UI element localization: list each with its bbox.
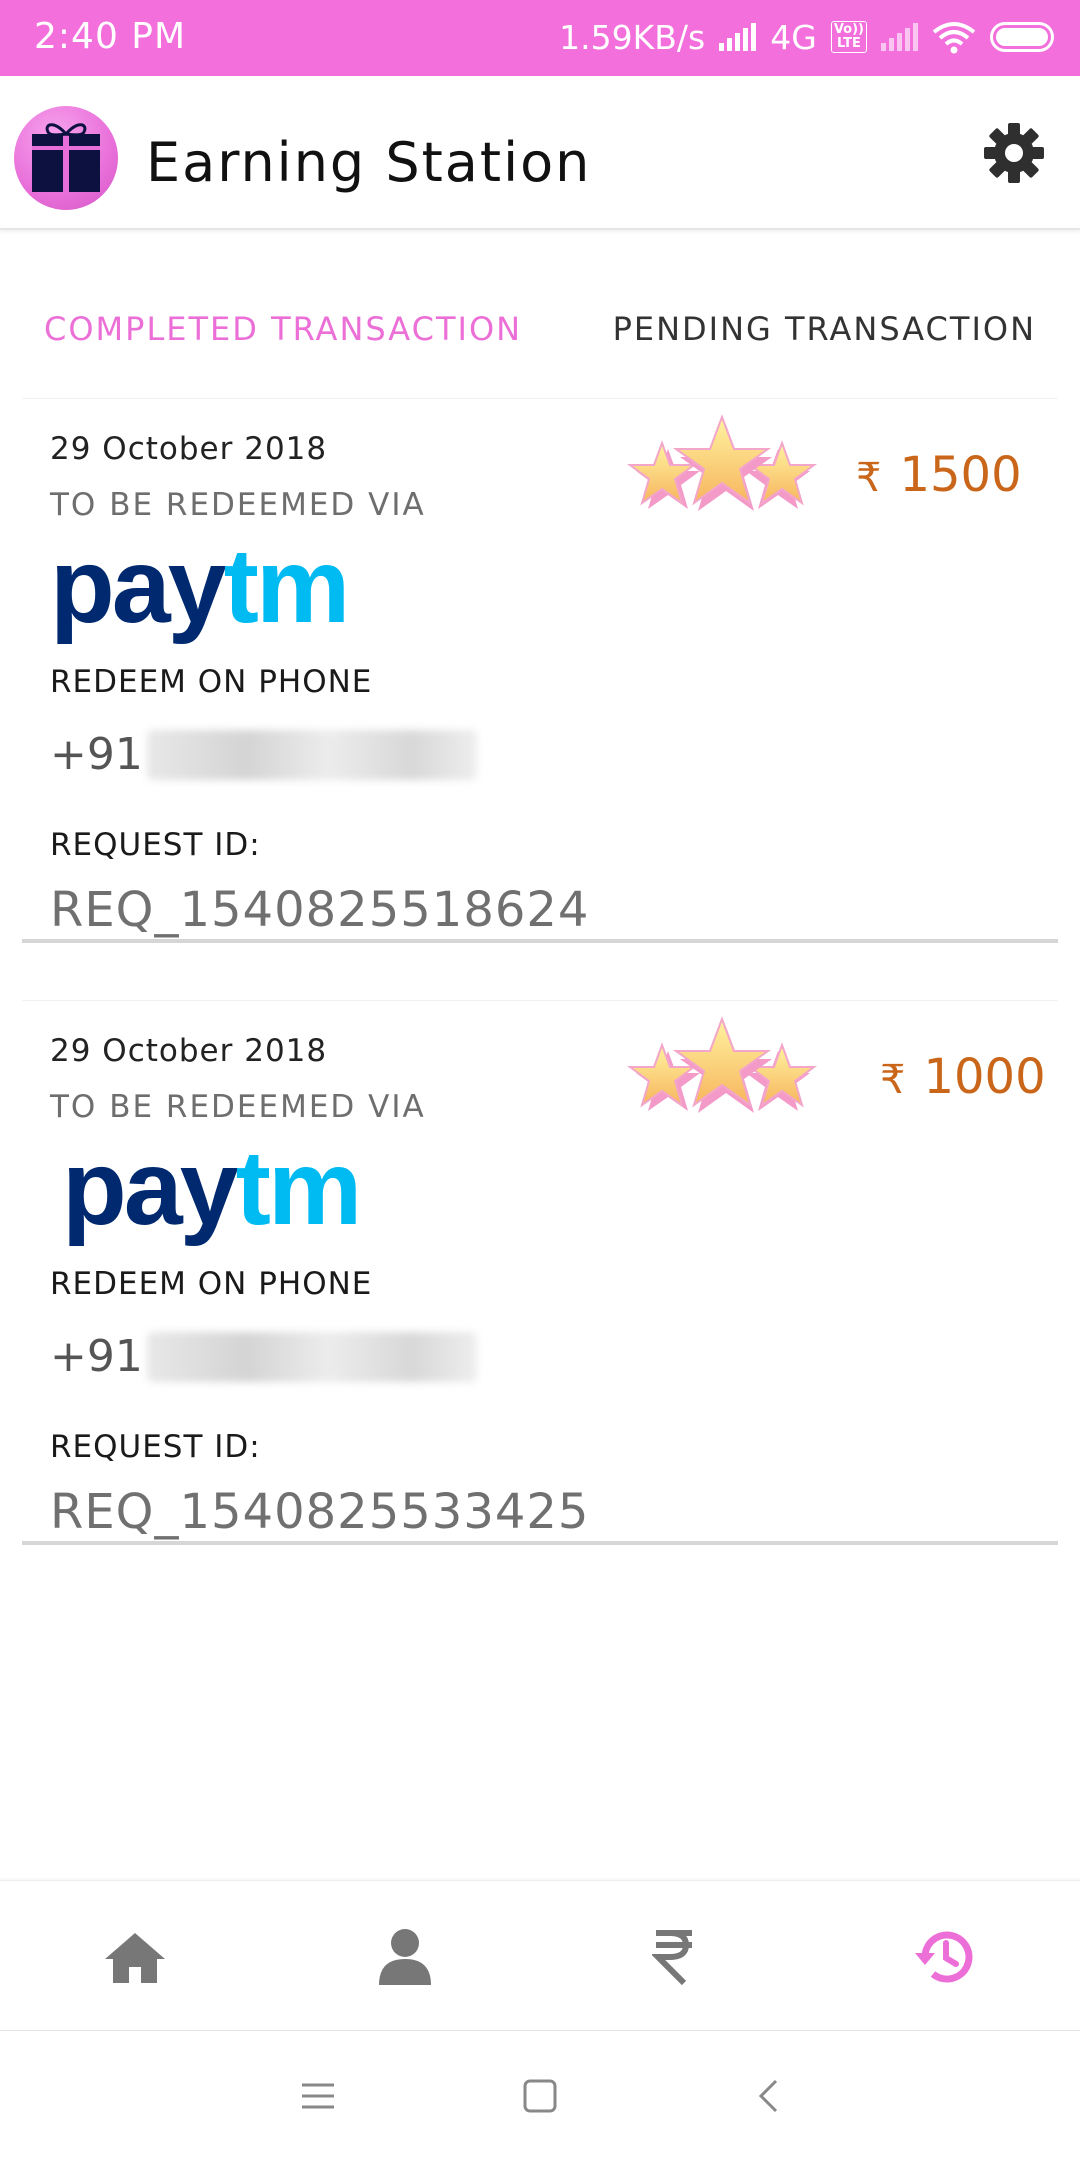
redeem-phone-label: REDEEM ON PHONE [50, 664, 373, 700]
rupee-symbol: ₹ [856, 455, 882, 501]
transaction-card: 29 October 2018 TO BE REDEEMED VIA paytm… [22, 398, 1058, 943]
menu-icon [302, 2083, 334, 2109]
volte-top: Vo)) [833, 22, 864, 37]
volte-icon: Vo)) LTE [830, 21, 867, 53]
sys-menu-button[interactable] [288, 2066, 348, 2126]
square-icon [523, 2079, 557, 2113]
back-icon [758, 2079, 778, 2113]
transaction-date: 29 October 2018 [50, 1033, 328, 1069]
tab-completed[interactable]: COMPLETED TRANSACTION [44, 310, 522, 348]
blurred-phone-number [146, 729, 477, 780]
paytm-logo: paytm [62, 1133, 382, 1243]
request-id: REQ_1540825518624 [50, 882, 590, 938]
stars-icon [626, 1016, 818, 1113]
network-speed: 1.59KB/s [559, 17, 706, 57]
sys-home-button[interactable] [510, 2066, 570, 2126]
rupee-icon [652, 1930, 692, 1986]
phone-prefix: +91 [50, 1331, 143, 1382]
transaction-card: 29 October 2018 TO BE REDEEMED VIA paytm… [22, 1000, 1058, 1545]
history-icon [915, 1931, 973, 1983]
nav-home[interactable] [95, 1917, 175, 1997]
nav-profile[interactable] [365, 1917, 445, 1997]
paytm-logo-pay: pay [62, 1129, 239, 1247]
sys-back-button[interactable] [738, 2066, 798, 2126]
battery-icon [990, 22, 1054, 52]
rupee-symbol: ₹ [880, 1057, 906, 1103]
redeem-via-label: TO BE REDEEMED VIA [50, 1089, 426, 1125]
transaction-tabs: COMPLETED TRANSACTION PENDING TRANSACTIO… [0, 300, 1080, 362]
system-nav [0, 2030, 1080, 2160]
bottom-nav [0, 1880, 1080, 2030]
app-bar: Earning Station [0, 76, 1080, 230]
gift-box-icon [14, 106, 118, 210]
paytm-logo-tm: tm [223, 527, 351, 645]
transaction-amount: ₹1500 [856, 447, 1022, 503]
request-id-label: REQUEST ID: [50, 1429, 261, 1465]
gear-icon[interactable] [982, 121, 1046, 185]
status-time: 2:40 PM [34, 16, 187, 57]
tab-pending[interactable]: PENDING TRANSACTION [613, 310, 1036, 348]
transaction-date: 29 October 2018 [50, 431, 328, 467]
volte-bottom: LTE [836, 36, 861, 51]
nav-rupee[interactable] [634, 1917, 714, 1997]
blurred-phone-number [146, 1331, 477, 1382]
request-id-label: REQUEST ID: [50, 827, 261, 863]
app-title: Earning Station [146, 131, 592, 194]
signal-icon [719, 23, 757, 51]
network-type: 4G [770, 17, 817, 57]
signal-2-icon [881, 23, 918, 51]
wifi-icon [932, 22, 976, 54]
paytm-logo: paytm [50, 531, 370, 641]
redeem-phone: +91 [50, 1331, 477, 1382]
paytm-logo-pay: pay [50, 527, 227, 645]
transaction-amount: ₹1000 [880, 1049, 1046, 1105]
paytm-logo-tm: tm [235, 1129, 363, 1247]
nav-history[interactable] [905, 1917, 985, 1997]
status-bar: 2:40 PM 1.59KB/s 4G Vo)) LTE [0, 0, 1080, 76]
redeem-phone-label: REDEEM ON PHONE [50, 1266, 373, 1302]
profile-icon [379, 1929, 431, 1985]
amount-value: 1500 [899, 447, 1022, 503]
stars-icon [626, 414, 818, 511]
redeem-phone: +91 [50, 729, 477, 780]
amount-value: 1000 [923, 1049, 1046, 1105]
request-id: REQ_1540825533425 [50, 1484, 590, 1540]
home-icon [105, 1933, 165, 1983]
status-indicators: 1.59KB/s 4G Vo)) LTE [559, 14, 1054, 60]
phone-prefix: +91 [50, 729, 143, 780]
redeem-via-label: TO BE REDEEMED VIA [50, 487, 426, 523]
